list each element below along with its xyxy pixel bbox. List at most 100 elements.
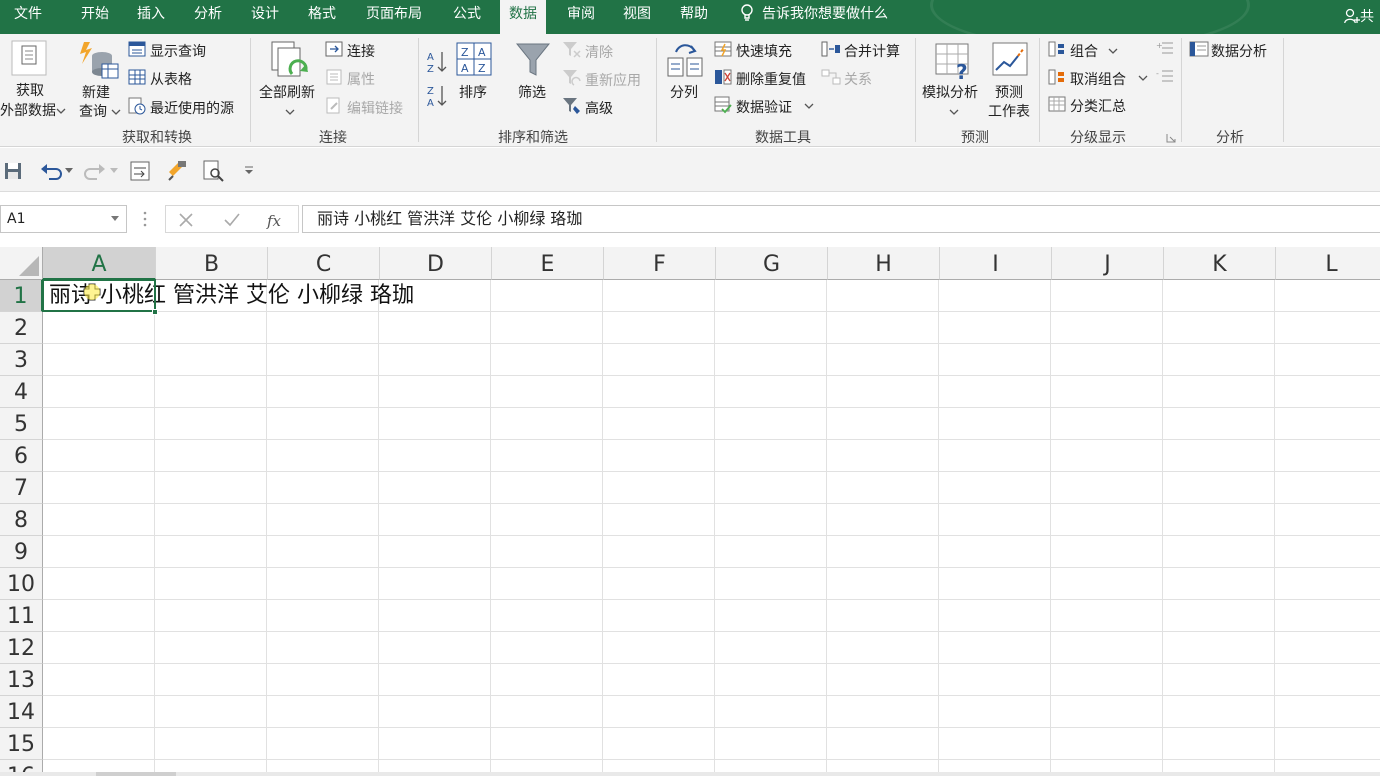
column-header-l[interactable]: L [1276, 247, 1380, 280]
show-queries-icon[interactable] [128, 41, 146, 57]
refresh-all-button[interactable]: 全部刷新 [259, 82, 315, 102]
chevron-down-icon[interactable] [56, 108, 66, 114]
chevron-down-icon[interactable] [111, 109, 121, 115]
tab-view[interactable]: 视图 [623, 0, 651, 30]
what-if-analysis-icon[interactable]: ? [934, 42, 974, 80]
row-header-7[interactable]: 7 [0, 472, 43, 504]
cell-area[interactable] [43, 280, 1380, 776]
print-preview-icon[interactable] [203, 160, 225, 182]
chevron-down-icon[interactable] [1108, 48, 1118, 54]
chevron-down-icon[interactable] [285, 109, 295, 115]
new-query-label-2[interactable]: 查询 [79, 101, 107, 121]
column-header-d[interactable]: D [380, 247, 492, 280]
text-to-columns-button[interactable]: 分列 [670, 82, 698, 102]
chevron-down-icon[interactable] [1138, 75, 1148, 81]
row-header-13[interactable]: 13 [0, 664, 43, 696]
recent-sources-button[interactable]: 最近使用的源 [150, 98, 234, 118]
sort-ascending-icon[interactable]: AZ [426, 50, 448, 74]
consolidate-button[interactable]: 合并计算 [844, 41, 900, 61]
forecast-sheet-icon[interactable] [992, 42, 1028, 78]
enter-icon[interactable] [223, 212, 241, 228]
show-queries-button[interactable]: 显示查询 [150, 41, 206, 61]
share-button[interactable]: 共 [1344, 6, 1374, 26]
formula-input[interactable]: 丽诗 小桃红 管洪洋 艾伦 小柳绿 珞珈 [302, 205, 1380, 233]
column-header-e[interactable]: E [492, 247, 604, 280]
subtotal-button[interactable]: 分类汇总 [1070, 96, 1126, 116]
filter-button[interactable]: 筛选 [518, 82, 546, 102]
column-header-a[interactable]: A [43, 247, 156, 280]
tab-help[interactable]: 帮助 [680, 0, 708, 30]
chevron-down-icon[interactable] [949, 109, 959, 115]
group-icon[interactable] [1048, 41, 1066, 57]
column-header-b[interactable]: B [156, 247, 268, 280]
refresh-all-icon[interactable] [270, 40, 312, 84]
show-detail-icon[interactable]: + [1156, 41, 1174, 55]
column-header-i[interactable]: I [940, 247, 1052, 280]
row-header-8[interactable]: 8 [0, 504, 43, 536]
column-header-h[interactable]: H [828, 247, 940, 280]
format-painter-icon[interactable] [166, 160, 188, 182]
cancel-icon[interactable] [178, 212, 194, 228]
dialog-launcher-icon[interactable] [1166, 133, 1176, 143]
hide-detail-icon[interactable]: - [1156, 69, 1174, 83]
tell-me-box[interactable]: 告诉我你想要做什么 [740, 0, 888, 30]
chevron-down-icon[interactable] [804, 103, 814, 109]
tab-format[interactable]: 格式 [308, 0, 336, 30]
connections-icon[interactable] [325, 41, 343, 57]
tab-page-layout[interactable]: 页面布局 [366, 0, 422, 30]
horizontal-scrollbar[interactable] [0, 772, 1380, 776]
connections-button[interactable]: 连接 [347, 41, 375, 61]
forecast-sheet-label-1[interactable]: 预测 [995, 82, 1023, 102]
tab-insert[interactable]: 插入 [137, 0, 165, 30]
scrollbar-thumb[interactable] [96, 772, 176, 776]
undo-icon[interactable] [40, 162, 62, 180]
tab-data[interactable]: 数据 [500, 0, 546, 34]
column-header-f[interactable]: F [604, 247, 716, 280]
new-query-icon[interactable] [78, 40, 120, 80]
name-box[interactable]: A1 [0, 205, 127, 233]
tab-analyze[interactable]: 分析 [194, 0, 222, 30]
tab-home[interactable]: 开始 [81, 0, 109, 30]
wrap-text-icon[interactable] [130, 161, 150, 181]
flash-fill-button[interactable]: 快速填充 [736, 41, 792, 61]
column-header-k[interactable]: K [1164, 247, 1276, 280]
tab-file[interactable]: 文件 [14, 0, 42, 30]
forecast-sheet-label-2[interactable]: 工作表 [988, 101, 1030, 121]
data-analysis-button[interactable]: 数据分析 [1211, 41, 1267, 61]
row-header-1[interactable]: 1 [0, 280, 43, 312]
row-header-10[interactable]: 10 [0, 568, 43, 600]
get-external-data-label-2[interactable]: 外部数据 [0, 100, 56, 120]
sort-icon[interactable]: Z AA Z [456, 42, 492, 76]
save-icon[interactable] [4, 162, 22, 180]
chevron-down-icon[interactable] [65, 168, 73, 173]
column-header-c[interactable]: C [268, 247, 380, 280]
consolidate-icon[interactable] [821, 41, 841, 57]
get-external-data-icon[interactable] [11, 40, 47, 76]
row-header-4[interactable]: 4 [0, 376, 43, 408]
advanced-button[interactable]: 高级 [585, 98, 613, 118]
select-all-button[interactable] [0, 247, 43, 280]
tab-formulas[interactable]: 公式 [453, 0, 481, 30]
row-header-9[interactable]: 9 [0, 536, 43, 568]
advanced-filter-icon[interactable] [562, 97, 582, 115]
ungroup-button[interactable]: 取消组合 [1070, 69, 1126, 89]
column-header-j[interactable]: J [1052, 247, 1164, 280]
flash-fill-icon[interactable] [714, 41, 732, 57]
remove-duplicates-icon[interactable] [714, 69, 732, 85]
what-if-analysis-button[interactable]: 模拟分析 [922, 82, 978, 102]
row-header-15[interactable]: 15 [0, 728, 43, 760]
get-external-data-label-1[interactable]: 获取 [16, 80, 44, 100]
row-header-14[interactable]: 14 [0, 696, 43, 728]
subtotal-icon[interactable] [1048, 96, 1066, 112]
ungroup-icon[interactable] [1048, 69, 1066, 85]
filter-icon[interactable] [516, 42, 550, 78]
row-header-12[interactable]: 12 [0, 632, 43, 664]
customize-toolbar-icon[interactable] [244, 166, 254, 174]
row-header-6[interactable]: 6 [0, 440, 43, 472]
tab-review[interactable]: 审阅 [567, 0, 595, 30]
sort-button[interactable]: 排序 [459, 82, 487, 102]
row-header-5[interactable]: 5 [0, 408, 43, 440]
grip-icon[interactable] [143, 210, 147, 228]
insert-function-icon[interactable]: fx [266, 210, 286, 230]
tab-design[interactable]: 设计 [251, 0, 279, 30]
